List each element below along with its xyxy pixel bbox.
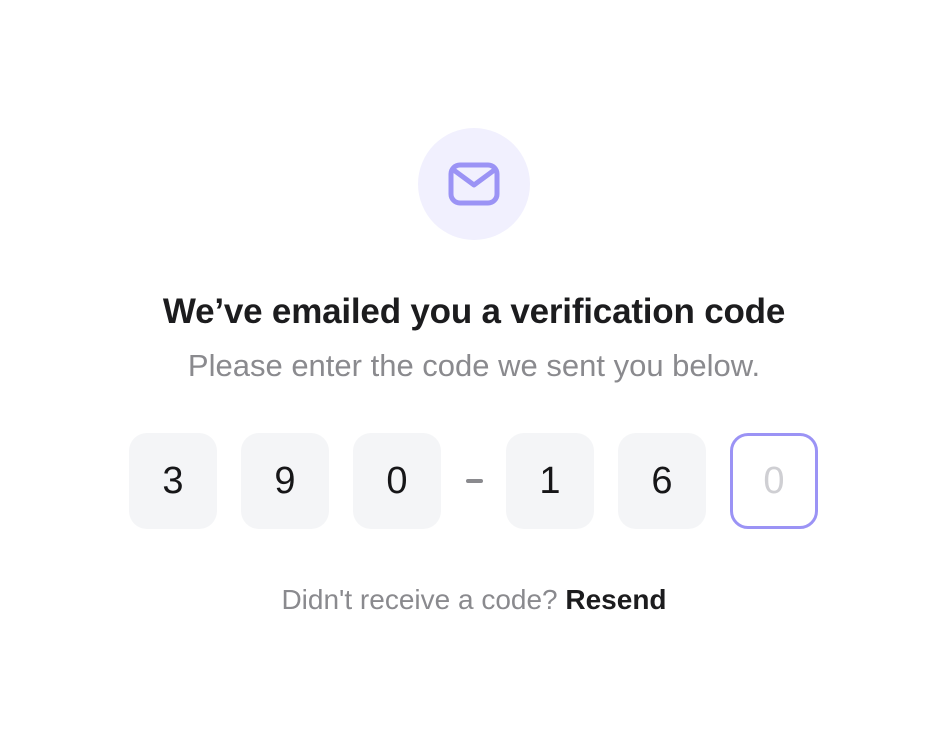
verification-page: We’ve emailed you a verification code Pl…: [0, 0, 948, 740]
code-separator: [466, 479, 483, 483]
mail-icon: [448, 162, 500, 206]
mail-icon-badge: [418, 128, 530, 240]
code-digit-3[interactable]: 0: [353, 433, 441, 529]
page-title: We’ve emailed you a verification code: [162, 292, 786, 331]
resend-row: Didn't receive a code? Resend: [0, 580, 948, 620]
code-digit-4[interactable]: 1: [506, 433, 594, 529]
code-digit-6-active[interactable]: 0: [730, 433, 818, 529]
page-subtitle: Please enter the code we sent you below.: [187, 348, 761, 383]
code-digit-5[interactable]: 6: [618, 433, 706, 529]
resend-prompt: Didn't receive a code?: [281, 584, 558, 615]
code-digit-1[interactable]: 3: [129, 433, 217, 529]
code-digit-2[interactable]: 9: [241, 433, 329, 529]
resend-link[interactable]: Resend: [565, 584, 666, 615]
